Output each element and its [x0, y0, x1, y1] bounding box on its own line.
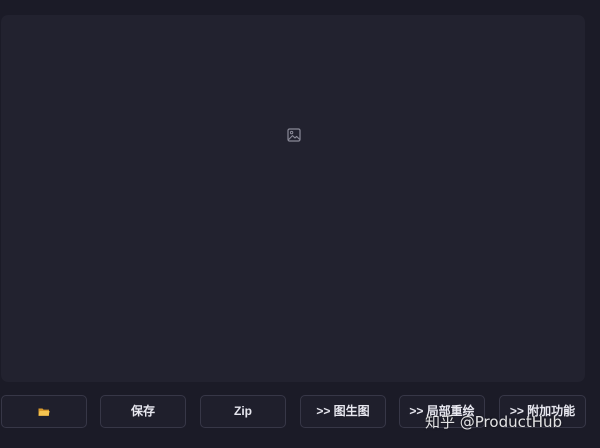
send-to-extras-button[interactable]: >> 附加功能 [499, 395, 586, 428]
open-folder-button[interactable] [1, 395, 87, 428]
image-icon [287, 128, 301, 142]
folder-icon [38, 408, 50, 416]
zip-button[interactable]: Zip [200, 395, 286, 428]
send-to-img2img-button[interactable]: >> 图生图 [300, 395, 386, 428]
send-to-inpaint-button[interactable]: >> 局部重绘 [399, 395, 485, 428]
save-button[interactable]: 保存 [100, 395, 186, 428]
image-gallery[interactable] [1, 15, 585, 382]
app-root: 保存 Zip >> 图生图 >> 局部重绘 >> 附加功能 知乎 @Produc… [0, 0, 600, 448]
